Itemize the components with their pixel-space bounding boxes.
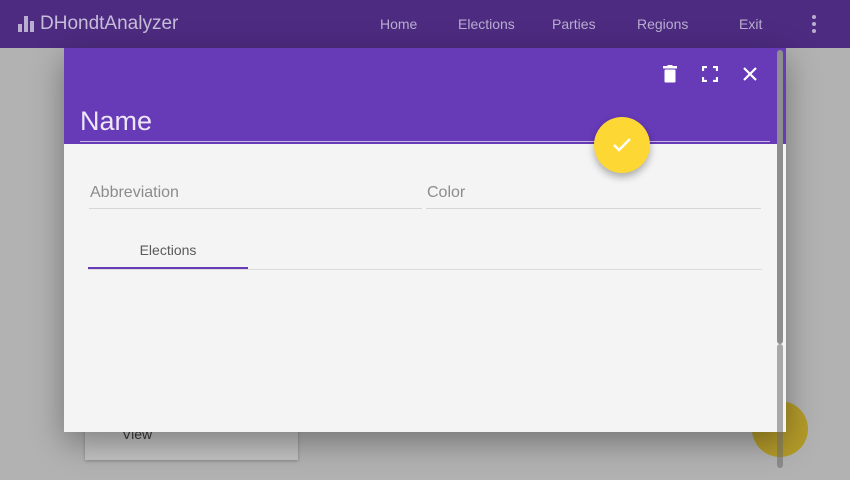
app-bar: DHondtAnalyzer Home Elections Parties Re… [0, 0, 850, 48]
active-tab-indicator [88, 267, 248, 269]
check-icon [613, 138, 631, 152]
app-title: DHondtAnalyzer [40, 13, 179, 34]
bar-chart-icon [18, 16, 36, 32]
nav-parties[interactable]: Parties [552, 0, 596, 48]
nav-exit[interactable]: Exit [739, 0, 762, 48]
scrollbar-track[interactable] [777, 344, 783, 468]
dialog-tabs: Elections [88, 230, 762, 270]
close-icon[interactable] [738, 62, 762, 86]
save-button[interactable] [594, 117, 650, 173]
dialog-header [64, 48, 786, 144]
trash-icon[interactable] [658, 62, 682, 86]
color-field [426, 180, 761, 209]
scrollbar-thumb[interactable] [777, 50, 783, 344]
color-input[interactable] [426, 180, 761, 206]
name-input[interactable] [80, 102, 770, 140]
brand[interactable]: DHondtAnalyzer [18, 13, 178, 35]
nav-elections[interactable]: Elections [458, 0, 515, 48]
nav-regions[interactable]: Regions [637, 0, 688, 48]
abbreviation-field [89, 180, 422, 209]
name-field [80, 102, 770, 142]
nav-home[interactable]: Home [380, 0, 417, 48]
abbreviation-input[interactable] [89, 180, 422, 206]
fullscreen-icon[interactable] [698, 62, 722, 86]
tab-elections[interactable]: Elections [88, 230, 248, 269]
party-dialog: Elections [64, 48, 786, 432]
more-vert-icon[interactable] [810, 15, 818, 33]
